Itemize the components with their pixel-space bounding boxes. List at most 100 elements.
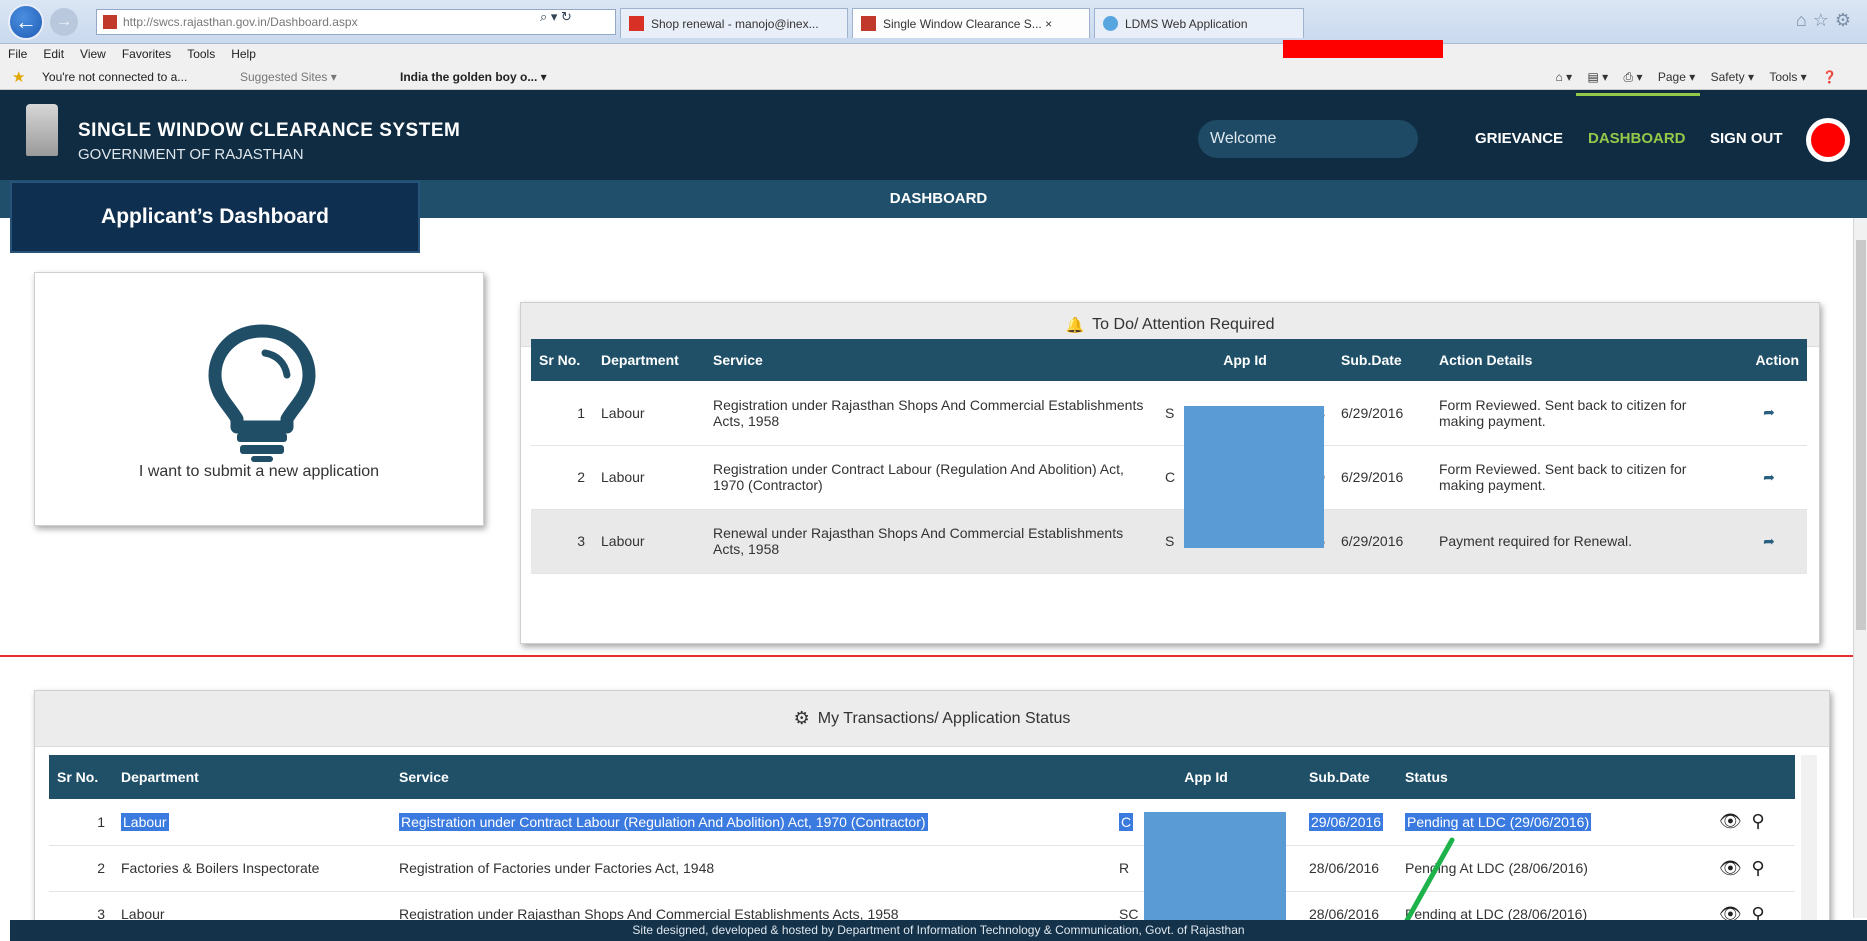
- menu-tools[interactable]: Tools: [179, 44, 223, 61]
- tools-menu[interactable]: Tools ▾: [1769, 70, 1806, 84]
- active-nav-underline: [1576, 93, 1700, 96]
- col-service: Service: [391, 755, 1111, 799]
- help-icon[interactable]: ❓: [1822, 70, 1837, 84]
- table-header-row: Sr No. Department Service App Id Sub.Dat…: [49, 755, 1795, 799]
- col-app-id: App Id: [1111, 755, 1301, 799]
- page-scrollbar[interactable]: [1853, 218, 1867, 918]
- cell-sub-date: 6/29/2016: [1333, 509, 1431, 574]
- divider-line: [0, 655, 1867, 657]
- table-row: 1 Labour Registration under Rajasthan Sh…: [531, 381, 1807, 446]
- transactions-table: Sr No. Department Service App Id Sub.Dat…: [49, 755, 1795, 938]
- nav-dashboard[interactable]: DASHBOARD: [1588, 130, 1686, 147]
- cell-action-details: Form Reviewed. Sent back to citizen for …: [1431, 445, 1731, 510]
- favorite-link[interactable]: India the golden boy o... ▾: [400, 70, 547, 84]
- feeds-icon[interactable]: ▤ ▾: [1588, 70, 1609, 84]
- forward-arrow-icon[interactable]: ➦: [1731, 381, 1807, 446]
- favorites-bar: ★ You're not connected to a... Suggested…: [0, 66, 1867, 90]
- col-sr-no: Sr No.: [49, 755, 113, 799]
- cell-sub-date: 6/29/2016: [1333, 381, 1431, 446]
- location-pin-icon[interactable]: ⚲: [1747, 858, 1769, 879]
- footer: Site designed, developed & hosted by Dep…: [10, 920, 1867, 941]
- forward-arrow-icon[interactable]: ➦: [1731, 445, 1807, 510]
- tab-ldms[interactable]: LDMS Web Application: [1094, 8, 1304, 38]
- col-service: Service: [705, 339, 1157, 381]
- new-application-card[interactable]: I want to submit a new application: [34, 272, 484, 526]
- home-favorites-settings-icons[interactable]: ⌂☆⚙: [1796, 10, 1857, 31]
- app-id-prefix: S: [1165, 404, 1175, 421]
- nav-signout[interactable]: SIGN OUT: [1710, 130, 1783, 147]
- todo-panel: 🔔 To Do/ Attention Required Sr No. Depar…: [520, 302, 1820, 644]
- table-scrollbar[interactable]: [1801, 755, 1817, 941]
- cell-department: Labour: [113, 799, 391, 846]
- app-id-redaction: [1144, 812, 1286, 920]
- col-sr-no: Sr No.: [531, 339, 593, 381]
- cell-sr: 1: [49, 799, 113, 846]
- new-application-label: I want to submit a new application: [138, 463, 380, 480]
- lightbulb-icon: [208, 324, 316, 462]
- tab-single-window[interactable]: Single Window Clearance S... ×: [852, 8, 1090, 38]
- location-pin-icon[interactable]: ⚲: [1747, 811, 1769, 832]
- menu-file[interactable]: File: [0, 44, 35, 61]
- row-actions: 👁 ⚲: [1693, 845, 1795, 892]
- username-redaction: [1283, 40, 1443, 58]
- row-actions: 👁 ⚲: [1693, 799, 1795, 846]
- avatar[interactable]: [1806, 118, 1850, 162]
- table-row: 1 Labour Registration under Contract Lab…: [49, 799, 1795, 846]
- eye-icon[interactable]: 👁: [1719, 858, 1742, 879]
- table-row: 2 Labour Registration under Contract Lab…: [531, 445, 1807, 510]
- favorite-link[interactable]: You're not connected to a...: [42, 70, 187, 84]
- cell-sr: 2: [531, 445, 593, 510]
- gmail-icon: [629, 16, 644, 31]
- nav-grievance[interactable]: GRIEVANCE: [1475, 130, 1563, 147]
- transactions-panel-header: ⚙ My Transactions/ Application Status: [35, 691, 1829, 747]
- menu-favorites[interactable]: Favorites: [114, 44, 179, 61]
- page-menu[interactable]: Page ▾: [1658, 70, 1695, 84]
- welcome-pill: Welcome: [1198, 120, 1418, 158]
- forward-arrow-icon[interactable]: →: [50, 8, 78, 36]
- cell-sub-date: 6/29/2016: [1333, 445, 1431, 510]
- selected-text: 29/06/2016: [1309, 812, 1384, 831]
- col-action-details: Action Details: [1431, 339, 1731, 381]
- site-header: SINGLE WINDOW CLEARANCE SYSTEM GOVERNMEN…: [0, 90, 1867, 180]
- col-status: Status: [1397, 755, 1693, 799]
- back-arrow-icon[interactable]: ←: [8, 4, 44, 40]
- app-id-prefix: C: [1119, 812, 1134, 831]
- print-icon[interactable]: ⎙ ▾: [1624, 70, 1643, 84]
- home-icon[interactable]: ⌂ ▾: [1556, 70, 1573, 84]
- app-id-prefix: C: [1165, 469, 1176, 485]
- cell-sr: 2: [49, 845, 113, 892]
- table-header-row: Sr No. Department Service App Id Sub.Dat…: [531, 339, 1807, 381]
- menu-view[interactable]: View: [72, 44, 114, 61]
- site-title: SINGLE WINDOW CLEARANCE SYSTEM: [78, 120, 461, 141]
- cell-department: Labour: [593, 509, 705, 574]
- tab-label: Shop renewal - manojo@inex...: [651, 16, 819, 31]
- eye-icon[interactable]: 👁: [1719, 811, 1742, 832]
- address-url: http://swcs.rajasthan.gov.in/Dashboard.a…: [123, 15, 358, 29]
- cell-department: Factories & Boilers Inspectorate: [113, 845, 391, 892]
- gears-icon: ⚙: [793, 708, 810, 728]
- emblem-logo-icon: [26, 104, 58, 156]
- welcome-text: Welcome: [1210, 130, 1277, 147]
- menu-help[interactable]: Help: [223, 44, 264, 61]
- cell-service: Registration of Factories under Factorie…: [391, 845, 1111, 892]
- cell-service: Registration under Rajasthan Shops And C…: [705, 381, 1157, 446]
- app-id-prefix: S: [1165, 533, 1175, 549]
- scrollbar-thumb[interactable]: [1856, 240, 1866, 630]
- col-department: Department: [113, 755, 391, 799]
- col-sub-date: Sub.Date: [1333, 339, 1431, 381]
- favorite-link[interactable]: Suggested Sites ▾: [240, 70, 337, 84]
- cell-service: Renewal under Rajasthan Shops And Commer…: [705, 509, 1157, 574]
- tab-label: Single Window Clearance S... ×: [883, 16, 1053, 31]
- site-favicon-icon: [861, 16, 876, 31]
- menu-edit[interactable]: Edit: [35, 44, 72, 61]
- site-favicon-icon: [103, 15, 117, 29]
- address-bar[interactable]: http://swcs.rajasthan.gov.in/Dashboard.a…: [96, 9, 616, 35]
- cell-service: Registration under Contract Labour (Regu…: [391, 799, 1111, 846]
- safety-menu[interactable]: Safety ▾: [1711, 70, 1754, 84]
- favorites-star-icon[interactable]: ★: [12, 68, 25, 86]
- cell-department: Labour: [593, 445, 705, 510]
- tab-shop-renewal[interactable]: Shop renewal - manojo@inex...: [620, 8, 848, 38]
- forward-arrow-icon[interactable]: ➦: [1731, 509, 1807, 574]
- address-tools[interactable]: ⌕ ▾ ↻: [540, 9, 572, 25]
- cell-action-details: Form Reviewed. Sent back to citizen for …: [1431, 381, 1731, 446]
